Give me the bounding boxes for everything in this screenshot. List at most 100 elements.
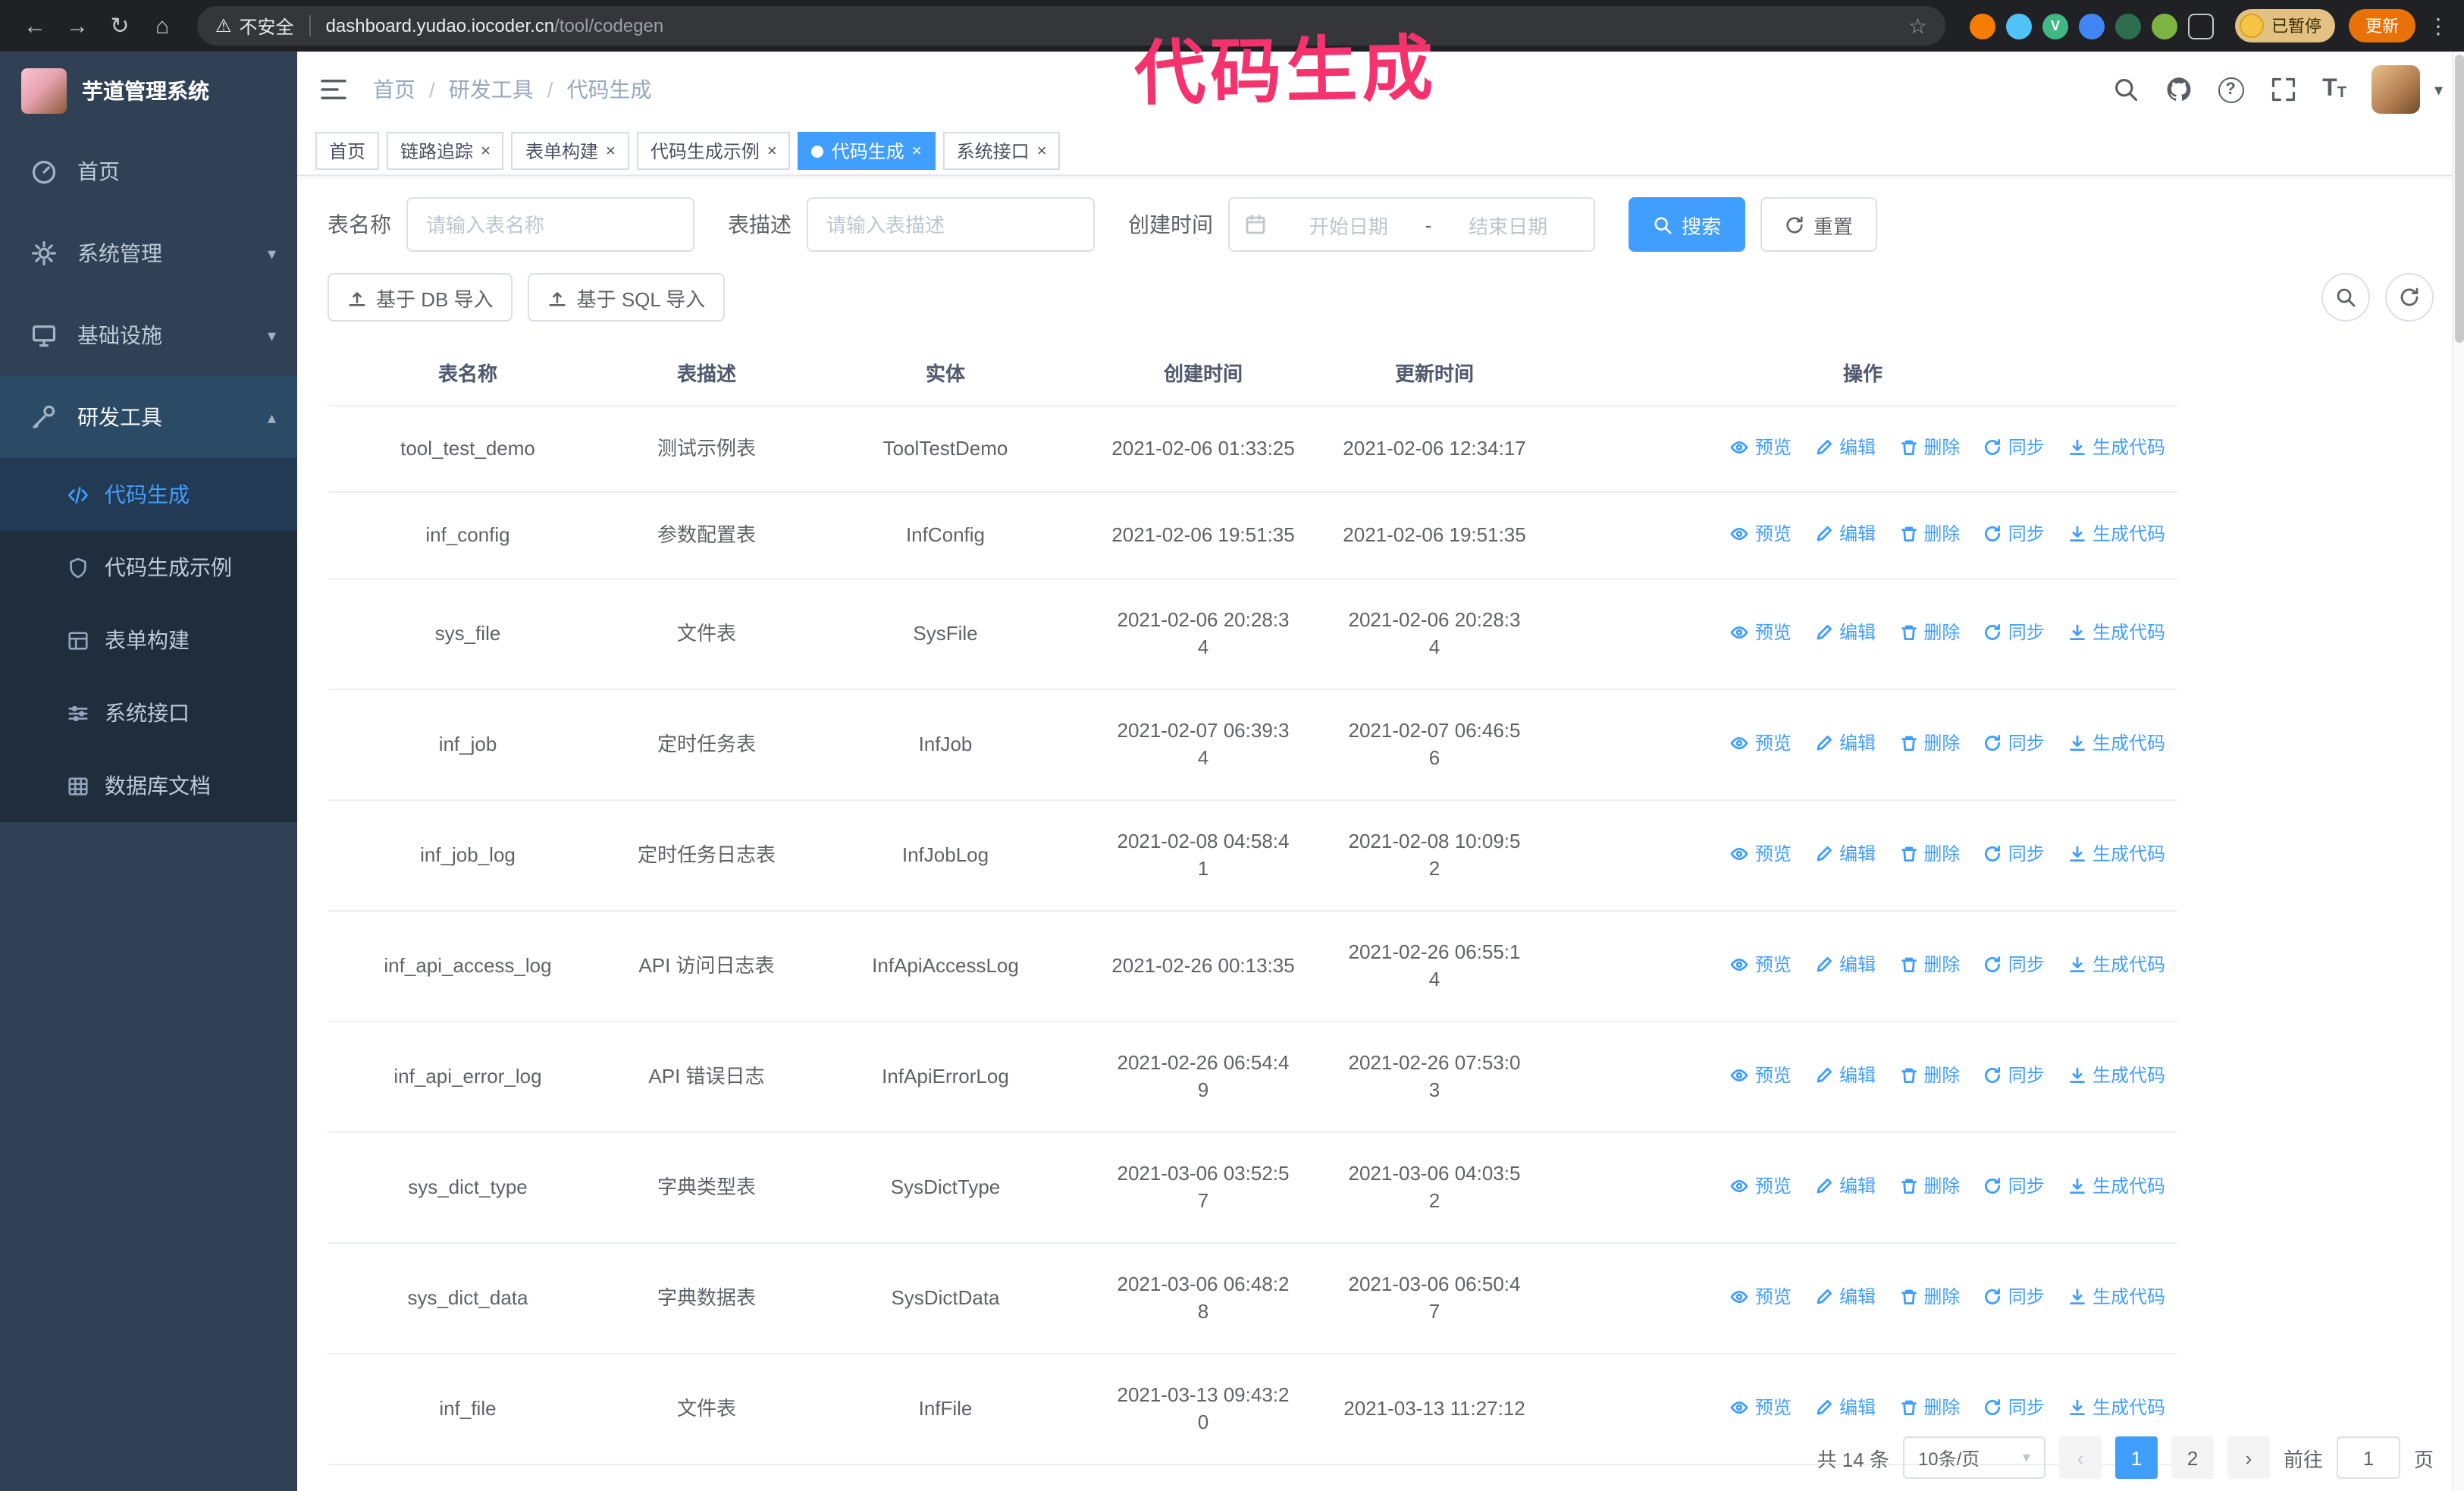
preview-link[interactable]: 预览 <box>1731 951 1792 978</box>
generate-code-link[interactable]: 生成代码 <box>2068 434 2165 461</box>
close-icon[interactable]: × <box>767 142 777 160</box>
breadcrumb-devtools[interactable]: 研发工具 <box>449 74 534 105</box>
extension-teal-icon[interactable] <box>2115 13 2141 39</box>
profile-paused-badge[interactable]: 已暂停 <box>2235 9 2335 42</box>
sync-link[interactable]: 同步 <box>1984 1394 2045 1421</box>
sidebar-item-codegen-example[interactable]: 代码生成示例 <box>0 531 297 604</box>
toggle-search-button[interactable] <box>2321 273 2370 322</box>
extension-orange-icon[interactable] <box>1970 13 1995 39</box>
delete-link[interactable]: 删除 <box>1899 434 1960 461</box>
table-desc-input[interactable] <box>807 197 1095 252</box>
prev-page-button[interactable]: ‹ <box>2058 1436 2102 1479</box>
goto-page-input[interactable] <box>2336 1436 2400 1479</box>
fullscreen-icon[interactable] <box>2269 76 2296 103</box>
create-time-range-picker[interactable]: 开始日期 - 结束日期 <box>1228 197 1595 252</box>
close-icon[interactable]: × <box>1037 142 1047 160</box>
extension-people-icon[interactable] <box>2079 13 2105 39</box>
preview-link[interactable]: 预览 <box>1731 840 1792 868</box>
close-icon[interactable]: × <box>481 142 491 160</box>
sync-link[interactable]: 同步 <box>1984 1172 2045 1200</box>
sidebar-toggle-icon[interactable] <box>318 74 349 105</box>
sync-link[interactable]: 同步 <box>1984 951 2045 978</box>
edit-link[interactable]: 编辑 <box>1815 1172 1876 1200</box>
tab-codegen[interactable]: 代码生成 × <box>798 132 936 170</box>
preview-link[interactable]: 预览 <box>1731 1062 1792 1089</box>
generate-code-link[interactable]: 生成代码 <box>2068 1062 2165 1089</box>
edit-link[interactable]: 编辑 <box>1815 951 1876 978</box>
reset-button[interactable]: 重置 <box>1760 197 1878 252</box>
edit-link[interactable]: 编辑 <box>1815 730 1876 757</box>
delete-link[interactable]: 删除 <box>1899 1283 1960 1311</box>
preview-link[interactable]: 预览 <box>1731 1283 1792 1311</box>
generate-code-link[interactable]: 生成代码 <box>2068 619 2165 646</box>
table-name-input[interactable] <box>406 197 694 252</box>
vue-devtools-icon[interactable]: V <box>2042 13 2068 39</box>
delete-link[interactable]: 删除 <box>1899 619 1960 646</box>
edit-link[interactable]: 编辑 <box>1815 1394 1876 1421</box>
extension-green-icon[interactable] <box>2152 13 2177 39</box>
sync-link[interactable]: 同步 <box>1984 434 2045 461</box>
edit-link[interactable]: 编辑 <box>1815 619 1876 646</box>
edit-link[interactable]: 编辑 <box>1815 1062 1876 1089</box>
browser-update-button[interactable]: 更新 <box>2349 9 2415 42</box>
bookmark-star-icon[interactable]: ☆ <box>1908 13 1927 39</box>
import-sql-button[interactable]: 基于 SQL 导入 <box>528 273 726 322</box>
sidebar-item-system-api[interactable]: 系统接口 <box>0 676 297 749</box>
sync-link[interactable]: 同步 <box>1984 619 2045 646</box>
breadcrumb-home[interactable]: 首页 <box>373 74 415 105</box>
generate-code-link[interactable]: 生成代码 <box>2068 520 2165 548</box>
user-avatar[interactable] <box>2372 65 2421 114</box>
generate-code-link[interactable]: 生成代码 <box>2068 1394 2165 1421</box>
sync-link[interactable]: 同步 <box>1984 840 2045 868</box>
delete-link[interactable]: 删除 <box>1899 1172 1960 1200</box>
avatar-caret-icon[interactable]: ▾ <box>2434 80 2443 99</box>
generate-code-link[interactable]: 生成代码 <box>2068 951 2165 978</box>
sync-link[interactable]: 同步 <box>1984 520 2045 548</box>
sidebar-item-form-builder[interactable]: 表单构建 <box>0 604 297 676</box>
sidebar-item-db-doc[interactable]: 数据库文档 <box>0 749 297 822</box>
browser-back-icon[interactable]: ← <box>15 6 55 46</box>
tab-home[interactable]: 首页 <box>315 132 380 170</box>
sync-link[interactable]: 同步 <box>1984 1283 2045 1311</box>
app-logo[interactable]: 芋道管理系统 <box>0 52 297 130</box>
preview-link[interactable]: 预览 <box>1731 1394 1792 1421</box>
generate-code-link[interactable]: 生成代码 <box>2068 730 2165 757</box>
close-icon[interactable]: × <box>912 142 922 160</box>
sidebar-item-codegen[interactable]: 代码生成 <box>0 458 297 531</box>
browser-menu-icon[interactable]: ⋮ <box>2428 13 2449 39</box>
header-search-icon[interactable] <box>2111 76 2139 103</box>
browser-forward-icon[interactable]: → <box>58 6 97 46</box>
browser-home-icon[interactable]: ⌂ <box>143 6 182 46</box>
preview-link[interactable]: 预览 <box>1731 434 1792 461</box>
help-icon[interactable]: ? <box>2218 77 2244 102</box>
edit-link[interactable]: 编辑 <box>1815 520 1876 548</box>
sidebar-item-system[interactable]: 系统管理 ▾ <box>0 212 297 294</box>
page-button-2[interactable]: 2 <box>2171 1436 2214 1479</box>
refresh-table-button[interactable] <box>2385 273 2434 322</box>
generate-code-link[interactable]: 生成代码 <box>2068 840 2165 868</box>
sidebar-item-infra[interactable]: 基础设施 ▾ <box>0 294 297 376</box>
delete-link[interactable]: 删除 <box>1899 730 1960 757</box>
github-icon[interactable] <box>2165 76 2192 103</box>
page-button-1[interactable]: 1 <box>2114 1436 2158 1479</box>
edit-link[interactable]: 编辑 <box>1815 434 1876 461</box>
preview-link[interactable]: 预览 <box>1731 730 1792 757</box>
delete-link[interactable]: 删除 <box>1899 840 1960 868</box>
close-icon[interactable]: × <box>606 142 616 160</box>
scrollbar-thumb[interactable] <box>2455 55 2464 343</box>
search-button[interactable]: 搜索 <box>1629 197 1746 252</box>
delete-link[interactable]: 删除 <box>1899 1062 1960 1089</box>
delete-link[interactable]: 删除 <box>1899 1394 1960 1421</box>
delete-link[interactable]: 删除 <box>1899 520 1960 548</box>
preview-link[interactable]: 预览 <box>1731 520 1792 548</box>
browser-reload-icon[interactable]: ↻ <box>100 6 140 46</box>
edit-link[interactable]: 编辑 <box>1815 1283 1876 1311</box>
generate-code-link[interactable]: 生成代码 <box>2068 1172 2165 1200</box>
extension-blue-drop-icon[interactable] <box>2006 13 2032 39</box>
sync-link[interactable]: 同步 <box>1984 1062 2045 1089</box>
font-size-icon[interactable]: TT <box>2322 77 2346 102</box>
delete-link[interactable]: 删除 <box>1899 951 1960 978</box>
generate-code-link[interactable]: 生成代码 <box>2068 1283 2165 1311</box>
next-page-button[interactable]: › <box>2227 1436 2270 1479</box>
preview-link[interactable]: 预览 <box>1731 1172 1792 1200</box>
